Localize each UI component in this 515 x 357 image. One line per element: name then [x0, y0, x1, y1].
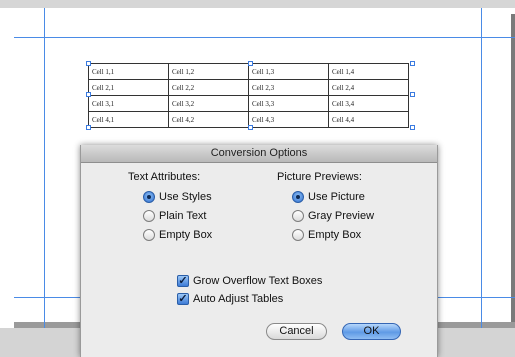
selection-handle[interactable]	[410, 125, 415, 130]
radio-unselected-icon	[143, 210, 155, 222]
table-cell[interactable]: Cell 1,2	[168, 63, 249, 80]
radio-label: Use Styles	[159, 191, 212, 203]
ok-button[interactable]: OK	[342, 323, 401, 340]
checkbox-grow-overflow[interactable]: ✓ Grow Overflow Text Boxes	[177, 274, 322, 288]
selection-handle[interactable]	[86, 61, 91, 66]
table-cell[interactable]: Cell 4,2	[168, 111, 249, 128]
radio-use-picture[interactable]: Use Picture	[292, 190, 365, 204]
table-cell[interactable]: Cell 1,4	[328, 63, 409, 80]
table-cell[interactable]: Cell 3,1	[88, 95, 169, 112]
table-cell[interactable]: Cell 4,1	[88, 111, 169, 128]
radio-plain-text[interactable]: Plain Text	[143, 209, 207, 223]
margin-guide-left[interactable]	[44, 8, 45, 328]
table-cell[interactable]: Cell 4,4	[328, 111, 409, 128]
table-cell[interactable]: Cell 3,4	[328, 95, 409, 112]
selection-handle[interactable]	[248, 61, 253, 66]
conversion-options-dialog: Conversion Options Text Attributes: Use …	[80, 145, 438, 357]
radio-label: Empty Box	[308, 229, 362, 241]
cancel-button[interactable]: Cancel	[266, 323, 327, 340]
radio-unselected-icon	[143, 229, 155, 241]
radio-label: Empty Box	[159, 229, 213, 241]
selection-handle[interactable]	[410, 61, 415, 66]
margin-guide-right[interactable]	[481, 8, 482, 328]
radio-label: Plain Text	[159, 210, 207, 222]
table-cell[interactable]: Cell 3,3	[248, 95, 329, 112]
left-gutter	[0, 8, 15, 328]
selection-handle[interactable]	[86, 92, 91, 97]
radio-gray-preview[interactable]: Gray Preview	[292, 209, 374, 223]
table-cell[interactable]: Cell 1,1	[88, 63, 169, 80]
checkmark-icon: ✓	[177, 275, 189, 287]
radio-label: Gray Preview	[308, 210, 375, 222]
selection-handle[interactable]	[410, 92, 415, 97]
margin-guide-top[interactable]	[14, 37, 515, 38]
checkmark-icon: ✓	[177, 293, 189, 305]
radio-empty-box-text[interactable]: Empty Box	[143, 228, 212, 242]
table-cell[interactable]: Cell 1,3	[248, 63, 329, 80]
dialog-title[interactable]: Conversion Options	[81, 145, 437, 163]
table-cell[interactable]: Cell 3,2	[168, 95, 249, 112]
table-cell[interactable]: Cell 2,4	[328, 79, 409, 96]
radio-use-styles[interactable]: Use Styles	[143, 190, 212, 204]
radio-selected-icon	[143, 191, 155, 203]
selection-handle[interactable]	[86, 125, 91, 130]
checkbox-label: Auto Adjust Tables	[193, 293, 284, 305]
radio-selected-icon	[292, 191, 304, 203]
document-table[interactable]: Cell 1,1 Cell 1,2 Cell 1,3 Cell 1,4 Cell…	[88, 63, 409, 128]
checkbox-auto-adjust-tables[interactable]: ✓ Auto Adjust Tables	[177, 292, 283, 306]
checkbox-label: Grow Overflow Text Boxes	[193, 275, 323, 287]
table-cell[interactable]: Cell 4,3	[248, 111, 329, 128]
radio-empty-box-picture[interactable]: Empty Box	[292, 228, 361, 242]
text-attributes-label: Text Attributes:	[128, 171, 201, 183]
radio-unselected-icon	[292, 229, 304, 241]
page-shadow	[511, 14, 515, 324]
table-cell[interactable]: Cell 2,2	[168, 79, 249, 96]
picture-previews-label: Picture Previews:	[277, 171, 362, 183]
table-cell[interactable]: Cell 2,1	[88, 79, 169, 96]
radio-label: Use Picture	[308, 191, 365, 203]
radio-unselected-icon	[292, 210, 304, 222]
selection-handle[interactable]	[248, 125, 253, 130]
table-row: Cell 3,1 Cell 3,2 Cell 3,3 Cell 3,4	[88, 95, 409, 112]
table-row: Cell 2,1 Cell 2,2 Cell 2,3 Cell 2,4	[88, 79, 409, 96]
table-cell[interactable]: Cell 2,3	[248, 79, 329, 96]
